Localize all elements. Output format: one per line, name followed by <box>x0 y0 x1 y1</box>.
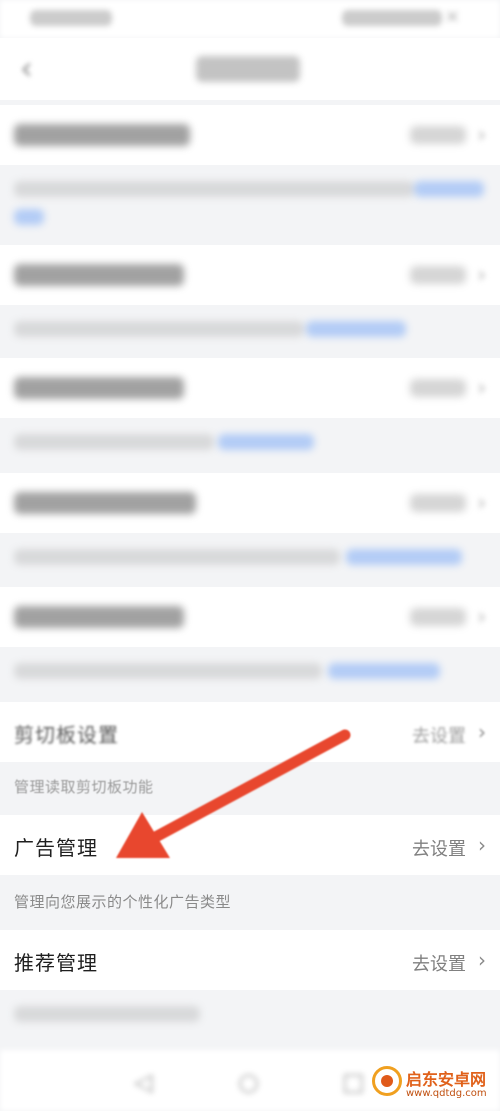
row-label-blurred <box>14 124 190 146</box>
row-label: 剪切板设置 <box>14 723 119 747</box>
go-settings-link[interactable]: 去设置 <box>412 722 466 748</box>
chevron-left-icon[interactable]: ‹ <box>20 50 54 86</box>
watermark-logo-icon <box>372 1066 402 1096</box>
desc-text-blurred <box>14 663 322 679</box>
row-value-blurred <box>410 126 466 144</box>
title-bar: ‹ <box>0 38 500 100</box>
row-value-blurred <box>410 494 466 512</box>
chevron-right-icon: › <box>477 605 486 630</box>
chevron-right-icon: › <box>477 491 486 516</box>
watermark-url: www.qdtdg.com <box>406 1088 487 1099</box>
row-value-blurred <box>410 379 466 397</box>
settings-row-ads[interactable]: 广告管理 去设置 › <box>0 815 500 875</box>
row-desc-blurred-2 <box>0 305 500 355</box>
desc-text-blurred <box>14 434 214 450</box>
row-desc-recommend-blurred <box>0 990 500 1050</box>
chevron-right-icon: › <box>478 833 486 857</box>
row-description: 管理读取剪切板功能 <box>14 778 154 796</box>
home-circle-icon[interactable]: ○ <box>238 1068 259 1096</box>
chevron-right-icon: › <box>477 263 486 288</box>
row-desc-blurred-3 <box>0 418 500 468</box>
settings-row-blurred-2[interactable]: › <box>0 245 500 305</box>
row-desc-ads: 管理向您展示的个性化广告类型 <box>0 875 500 930</box>
desc-text-blurred <box>14 549 340 565</box>
row-desc-blurred-4 <box>0 533 500 583</box>
status-bar: × <box>0 0 500 38</box>
chevron-right-icon: › <box>477 376 486 401</box>
row-value-blurred <box>410 266 466 284</box>
settings-row-blurred-4[interactable]: › <box>0 473 500 533</box>
watermark: 启东安卓网 www.qdtdg.com <box>372 1062 496 1108</box>
settings-row-blurred-3[interactable]: › <box>0 358 500 418</box>
desc-link-blurred[interactable] <box>218 434 314 450</box>
settings-row-blurred-1[interactable]: › <box>0 105 500 165</box>
chevron-right-icon: › <box>478 948 486 972</box>
row-description: 管理向您展示的个性化广告类型 <box>14 893 232 911</box>
desc-link-blurred[interactable] <box>306 321 406 337</box>
status-left-blurred <box>30 10 112 26</box>
desc-link-blurred[interactable] <box>14 209 44 225</box>
row-label-blurred <box>14 492 196 514</box>
settings-row-recommend[interactable]: 推荐管理 去设置 › <box>0 930 500 990</box>
desc-link-blurred[interactable] <box>328 663 440 679</box>
row-label-blurred <box>14 606 184 628</box>
row-desc-blurred-5 <box>0 647 500 697</box>
go-settings-link[interactable]: 去设置 <box>412 950 466 976</box>
desc-link-blurred[interactable] <box>414 181 484 197</box>
go-settings-link[interactable]: 去设置 <box>412 835 466 861</box>
row-desc-blurred-1 <box>0 165 500 240</box>
row-label: 广告管理 <box>14 836 98 860</box>
settings-row-blurred-5[interactable]: › <box>0 587 500 647</box>
back-triangle-icon[interactable]: ◁ <box>134 1068 152 1096</box>
row-label: 推荐管理 <box>14 951 98 975</box>
settings-row-clipboard[interactable]: 剪切板设置 去设置 › <box>0 702 500 762</box>
row-value-blurred <box>410 608 466 626</box>
page-title-blurred <box>196 56 300 82</box>
status-close-icon: × <box>444 6 460 27</box>
row-label-blurred <box>14 377 184 399</box>
watermark-name: 启东安卓网 <box>406 1070 487 1089</box>
desc-text-blurred <box>14 1006 200 1022</box>
recents-square-icon[interactable]: □ <box>342 1068 365 1096</box>
chevron-right-icon: › <box>478 720 486 744</box>
chevron-right-icon: › <box>477 123 486 148</box>
desc-text-blurred <box>14 181 414 197</box>
row-label-blurred <box>14 264 184 286</box>
status-right-blurred <box>342 10 442 26</box>
desc-text-blurred <box>14 321 304 337</box>
row-desc-clipboard: 管理读取剪切板功能 <box>0 762 500 812</box>
desc-link-blurred[interactable] <box>346 549 462 565</box>
